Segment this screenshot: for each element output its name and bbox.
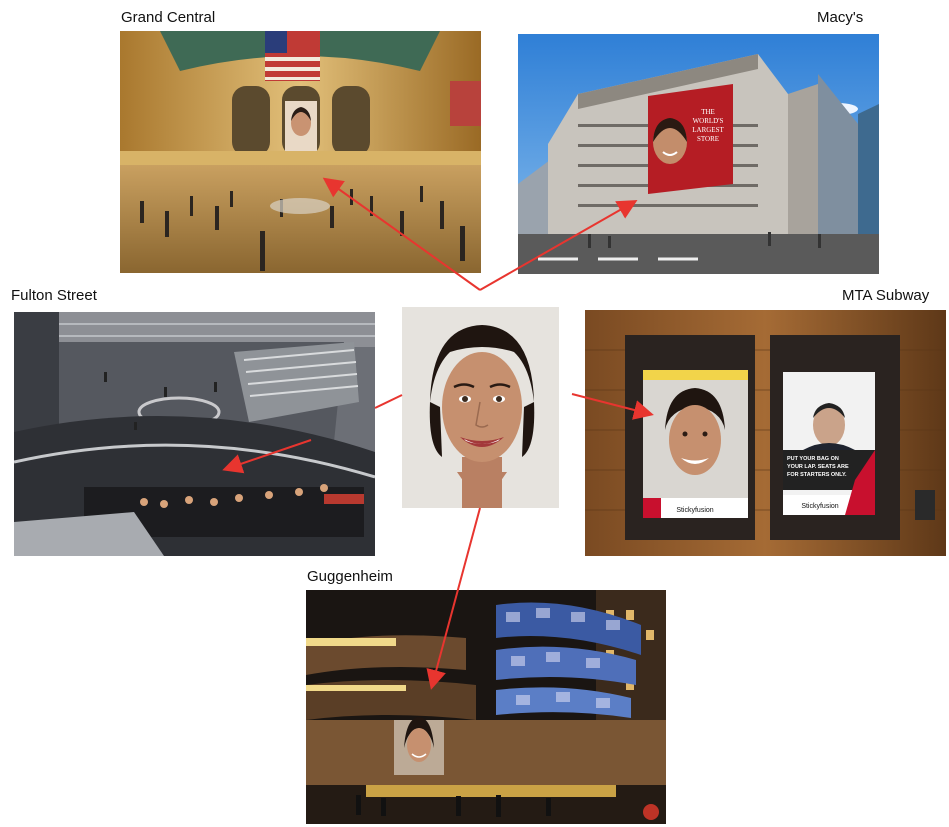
mta-subway-photo: Stickyfusion PUT YOUR BAG ON YOUR LAP. S… <box>585 310 946 556</box>
mta-right-brand: Stickyfusion <box>801 503 838 510</box>
fulton-street-photo <box>14 312 375 556</box>
label-mta-subway: MTA Subway <box>842 287 930 304</box>
mta-left-brand: Stickyfusion <box>676 507 713 514</box>
grand-central-photo <box>120 31 481 273</box>
label-fulton-street: Fulton Street <box>11 287 97 304</box>
label-guggenheim: Guggenheim <box>307 568 393 585</box>
arrow-to-fulton-center <box>374 394 403 409</box>
center-face-photo <box>402 307 559 508</box>
label-grand-central: Grand Central <box>121 9 216 26</box>
guggenheim-photo <box>306 590 666 824</box>
label-macys: Macy's <box>817 9 864 26</box>
macys-photo: THE WORLD'S LARGEST STORE <box>518 34 879 274</box>
